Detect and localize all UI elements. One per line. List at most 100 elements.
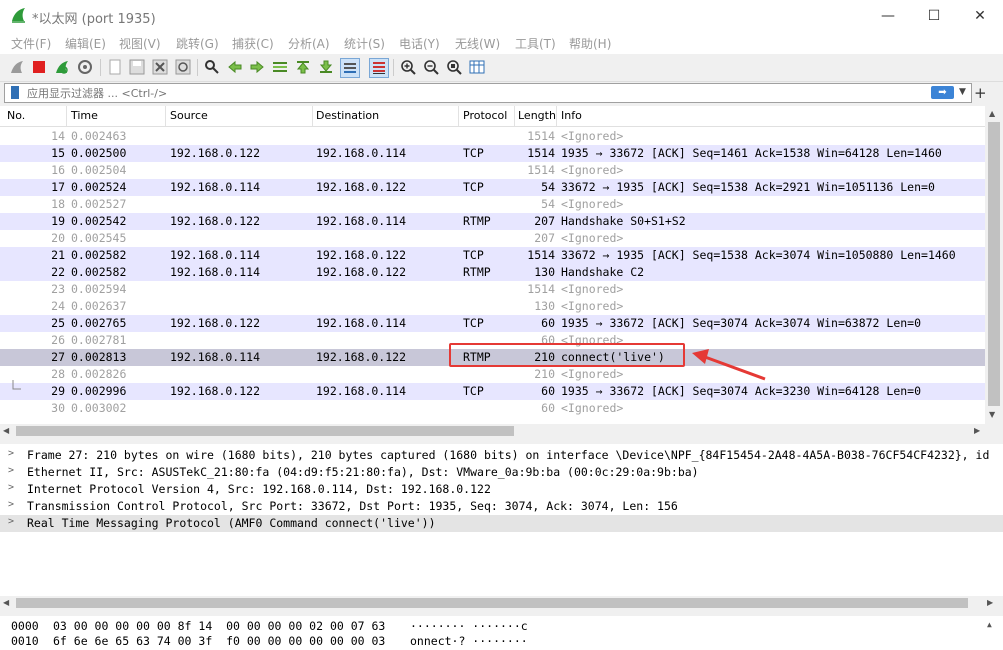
column-header-source[interactable]: Source — [170, 109, 208, 122]
menu-bar: 文件(F) 编辑(E) 视图(V) 跳转(G) 捕获(C) 分析(A) 统计(S… — [0, 32, 1003, 54]
detail-row-frame[interactable]: > Frame 27: 210 bytes on wire (1680 bits)… — [0, 447, 1003, 464]
scroll-down-arrow-icon[interactable]: ▼ — [989, 410, 995, 419]
packet-row[interactable]: 14 0.002463 1514 <Ignored> — [0, 128, 985, 145]
menu-telephony[interactable]: 电话(Y) — [399, 35, 440, 52]
column-header-protocol[interactable]: Protocol — [463, 109, 507, 122]
maximize-button[interactable]: ☐ — [911, 0, 957, 32]
close-button[interactable]: ✕ — [957, 0, 1003, 32]
add-filter-button-icon[interactable]: + — [974, 84, 987, 102]
expand-chevron-icon[interactable]: > — [8, 499, 14, 510]
cell-destination: 192.168.0.114 — [316, 316, 407, 330]
column-header-length[interactable]: Length — [518, 109, 556, 122]
zoom-in-icon[interactable] — [399, 58, 417, 76]
reload-file-icon[interactable] — [174, 58, 192, 76]
cell-time: 0.002813 — [71, 350, 127, 364]
cell-destination: 192.168.0.122 — [316, 248, 407, 262]
cell-info: <Ignored> — [561, 231, 624, 245]
detail-row-ethernet[interactable]: > Ethernet II, Src: ASUSTekC_21:80:fa (04… — [0, 464, 1003, 481]
packet-row[interactable]: 15 0.002500 192.168.0.122 192.168.0.114 TCP 1… — [0, 145, 985, 162]
go-to-packet-icon[interactable] — [271, 58, 289, 76]
cell-time: 0.002500 — [71, 146, 127, 160]
packet-row[interactable]: 16 0.002504 1514 <Ignored> — [0, 162, 985, 179]
cell-info: <Ignored> — [561, 401, 624, 415]
resize-columns-icon[interactable] — [468, 58, 486, 76]
packet-row[interactable]: 17 0.002524 192.168.0.114 192.168.0.122 TCP 5… — [0, 179, 985, 196]
stop-capture-icon[interactable] — [30, 58, 48, 76]
packet-list-horizontal-scrollbar[interactable]: ◀ ▶ — [0, 424, 1003, 438]
colorize-list-icon[interactable] — [369, 58, 389, 78]
menu-wireless[interactable]: 无线(W) — [455, 35, 500, 52]
packet-list-vertical-scrollbar[interactable]: ▲ ▼ — [985, 106, 1003, 424]
column-header-time[interactable]: Time — [71, 109, 98, 122]
packet-row[interactable]: 21 0.002582 192.168.0.114 192.168.0.122 TCP 1… — [0, 247, 985, 264]
menu-analyze[interactable]: 分析(A) — [288, 35, 330, 52]
hex-scroll-up-arrow-icon[interactable]: ▲ — [987, 620, 992, 629]
menu-statistics[interactable]: 统计(S) — [344, 35, 385, 52]
packet-row[interactable]: 24 0.002637 130 <Ignored> — [0, 298, 985, 315]
restart-capture-icon[interactable] — [53, 58, 71, 76]
cell-time: 0.002594 — [71, 282, 127, 296]
packet-row[interactable]: 18 0.002527 54 <Ignored> — [0, 196, 985, 213]
packet-row[interactable]: 25 0.002765 192.168.0.122 192.168.0.114 TCP 6… — [0, 315, 985, 332]
column-header-no[interactable]: No. — [7, 109, 25, 122]
zoom-out-icon[interactable] — [422, 58, 440, 76]
detail-row-ipv4[interactable]: > Internet Protocol Version 4, Src: 192.1… — [0, 481, 1003, 498]
bookmark-icon[interactable] — [11, 86, 19, 99]
packet-list[interactable]: No. Time Source Destination Protocol Len… — [0, 106, 985, 424]
filter-history-dropdown-icon[interactable]: ▼ — [959, 87, 966, 97]
cell-length: 130 — [534, 299, 555, 313]
minimize-button[interactable]: — — [865, 0, 911, 32]
close-file-icon[interactable] — [151, 58, 169, 76]
hscrollbar-thumb[interactable] — [16, 426, 514, 436]
go-back-icon[interactable] — [226, 58, 244, 76]
scroll-right-arrow-icon[interactable]: ▶ — [987, 598, 993, 607]
menu-capture[interactable]: 捕获(C) — [232, 35, 274, 52]
column-header-destination[interactable]: Destination — [316, 109, 379, 122]
scroll-left-arrow-icon[interactable]: ◀ — [3, 598, 9, 607]
packet-row[interactable]: 30 0.003002 60 <Ignored> — [0, 400, 985, 417]
main-toolbar — [0, 54, 1003, 82]
expand-chevron-icon[interactable]: > — [8, 465, 14, 476]
menu-help[interactable]: 帮助(H) — [569, 35, 611, 52]
start-capture-fin-icon[interactable] — [8, 58, 26, 76]
cell-time: 0.002996 — [71, 384, 127, 398]
details-hscrollbar-thumb[interactable] — [16, 598, 968, 608]
packet-row[interactable]: 19 0.002542 192.168.0.122 192.168.0.114 RTMP… — [0, 213, 985, 230]
first-packet-icon[interactable] — [294, 58, 312, 76]
last-packet-icon[interactable] — [317, 58, 335, 76]
menu-edit[interactable]: 编辑(E) — [65, 35, 106, 52]
packet-bytes-pane[interactable]: 0000 03 00 00 00 00 00 8f 14 00 00 00 00… — [0, 616, 1003, 650]
detail-row-tcp[interactable]: > Transmission Control Protocol, Src Port… — [0, 498, 1003, 515]
go-forward-icon[interactable] — [248, 58, 266, 76]
packet-row[interactable]: 22 0.002582 192.168.0.114 192.168.0.122 RTMP… — [0, 264, 985, 281]
find-packet-icon[interactable] — [203, 58, 221, 76]
menu-file[interactable]: 文件(F) — [11, 35, 51, 52]
packet-details-pane[interactable]: > Frame 27: 210 bytes on wire (1680 bits)… — [0, 444, 1003, 596]
menu-go[interactable]: 跳转(G) — [176, 35, 219, 52]
details-horizontal-scrollbar[interactable]: ◀ ▶ — [0, 596, 1003, 610]
packet-row[interactable]: 20 0.002545 207 <Ignored> — [0, 230, 985, 247]
detail-row-rtmp[interactable]: > Real Time Messaging Protocol (AMF0 Comm… — [0, 515, 1003, 532]
display-filter-input[interactable] — [27, 84, 922, 102]
menu-view[interactable]: 视图(V) — [119, 35, 161, 52]
expand-chevron-icon[interactable]: > — [8, 516, 14, 527]
save-file-icon[interactable] — [128, 58, 146, 76]
scroll-left-arrow-icon[interactable]: ◀ — [3, 426, 9, 435]
packet-row[interactable]: 28 0.002826 210 <Ignored> — [0, 366, 985, 383]
capture-options-gear-icon[interactable] — [76, 58, 94, 76]
scroll-right-arrow-icon[interactable]: ▶ — [974, 426, 980, 435]
auto-scroll-icon[interactable] — [340, 58, 360, 78]
packet-row[interactable]: 23 0.002594 1514 <Ignored> — [0, 281, 985, 298]
expand-chevron-icon[interactable]: > — [8, 448, 14, 459]
cell-source: 192.168.0.122 — [170, 214, 261, 228]
scrollbar-thumb[interactable] — [988, 122, 1000, 406]
expand-chevron-icon[interactable]: > — [8, 482, 14, 493]
menu-tools[interactable]: 工具(T) — [515, 35, 556, 52]
zoom-reset-icon[interactable] — [445, 58, 463, 76]
apply-filter-arrow-icon[interactable]: ➡ — [931, 86, 954, 99]
scroll-up-arrow-icon[interactable]: ▲ — [989, 109, 995, 118]
cell-length: 130 — [534, 265, 555, 279]
column-header-info[interactable]: Info — [561, 109, 582, 122]
open-file-icon[interactable] — [106, 58, 124, 76]
packet-row[interactable]: 29 0.002996 192.168.0.122 192.168.0.114 TCP 6… — [0, 383, 985, 400]
